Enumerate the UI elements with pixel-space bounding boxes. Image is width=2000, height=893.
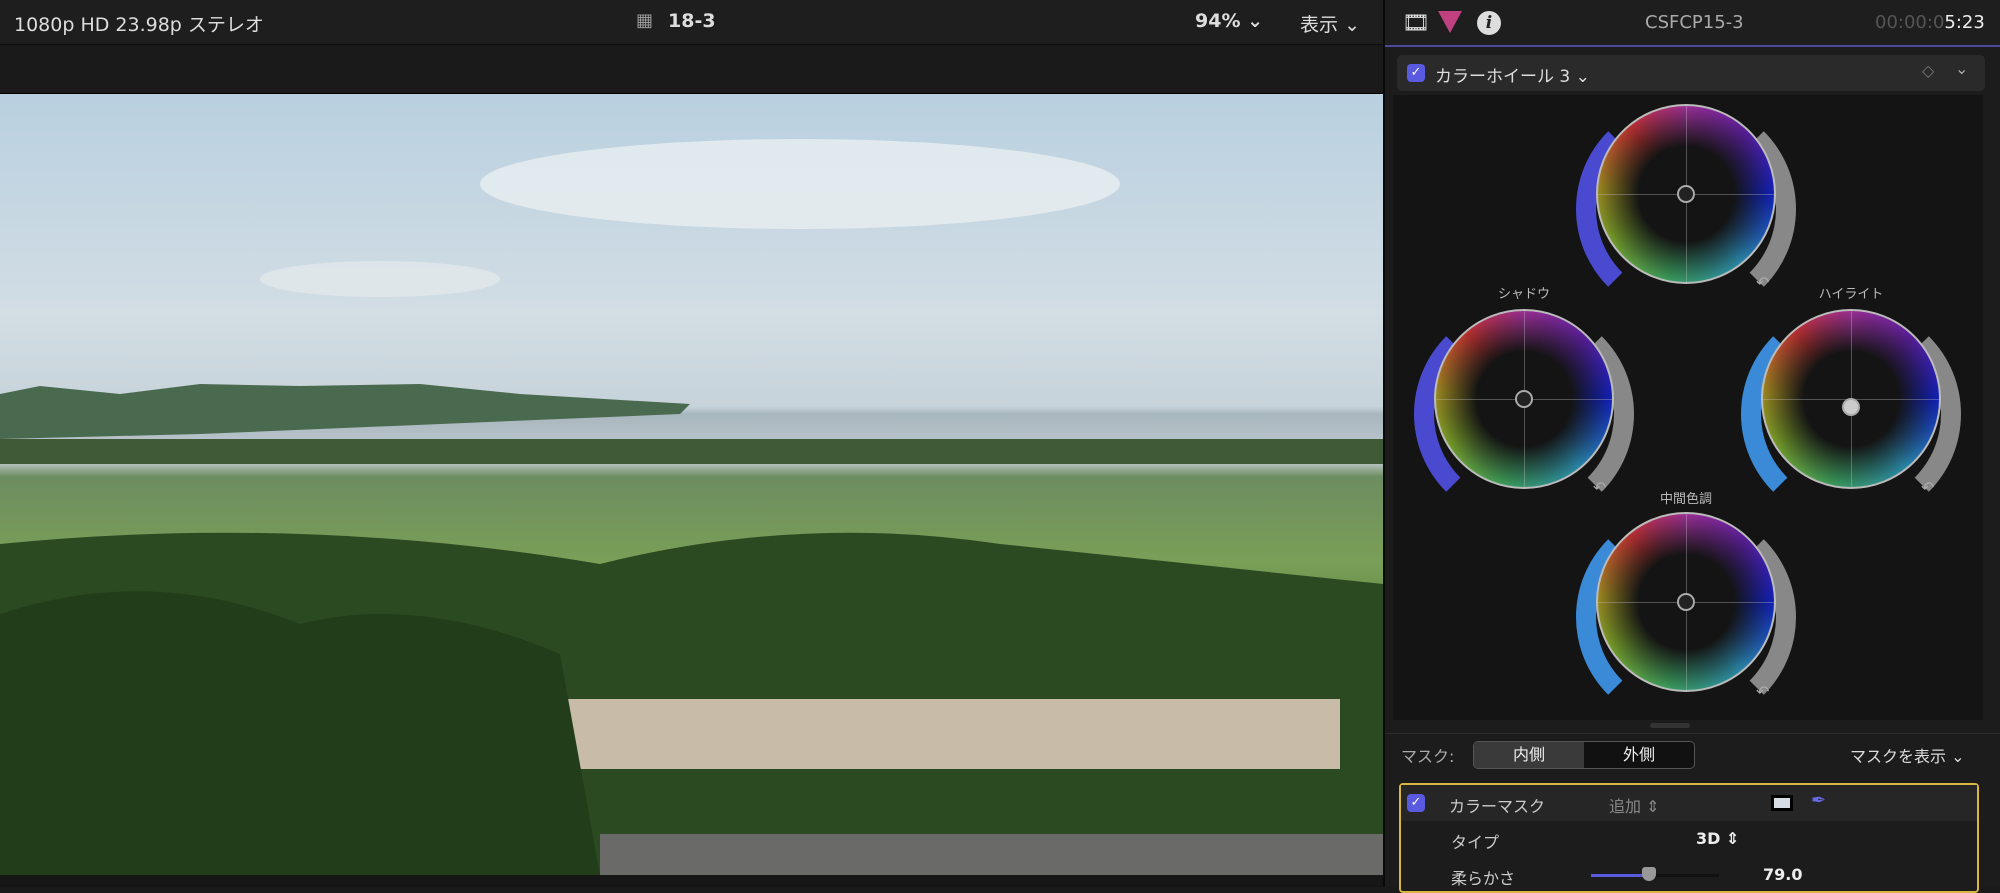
zoom-menu[interactable]: 94% ⌄ [1195,10,1263,32]
keyframe-diamond-icon[interactable]: ◇ [1922,61,1934,80]
view-menu[interactable]: 表示 ⌄ [1300,10,1360,37]
timecode: 00:00:05:23 [1875,12,1985,33]
timecode-dim: 00:00:0 [1875,12,1945,33]
color-inspector-icon[interactable] [1438,11,1462,33]
viewer-toolbar: 1080p HD 23.98p ステレオ ▦ 18-3 94% ⌄ 表示 ⌄ [0,0,1383,45]
zoom-value: 94% [1195,10,1241,32]
clip-icon: ▦ [636,10,654,31]
type-label: タイプ [1451,833,1500,852]
color-wheels-area: ↶ シャドウ ↶ ハイライト ↶ 中間色調 ↶ [1393,95,1983,727]
landscape-image [0,139,1383,875]
midtone-label: 中間色調 [1659,492,1713,507]
softness-value[interactable]: 79.0 [1763,865,1802,884]
format-info: 1080p HD 23.98p ステレオ [14,14,264,36]
mask-inside-button[interactable]: 内側 [1474,742,1584,768]
clip-name: 18-3 [668,10,716,32]
effect-name-menu[interactable]: カラーホイール 3 ⌄ [1435,62,1590,87]
type-select[interactable]: 3D ⇕ [1696,829,1739,848]
show-mask-label: マスクを表示 [1850,747,1947,766]
color-swatch[interactable] [1771,795,1793,811]
highlight-puck[interactable] [1842,398,1860,416]
color-mask-row: ✓ カラーマスク 追加 ⇕ ✒ [1401,785,1977,821]
master-wheel[interactable] [1596,104,1776,284]
video-frame [0,94,1383,875]
master-puck[interactable] [1677,185,1695,203]
highlight-label: ハイライト [1818,287,1884,302]
shadow-puck[interactable] [1515,390,1533,408]
type-value: 3D [1696,829,1721,848]
film-icon[interactable]: 🎞 [1402,11,1430,36]
inspector-title: CSFCP15-3 [1645,12,1744,33]
reset-icon[interactable]: ↶ [1593,478,1606,497]
shadow-label: シャドウ [1497,287,1551,302]
view-label: 表示 [1300,14,1339,36]
effect-header: ✓ カラーホイール 3 ⌄ ◇ ⌄ [1397,55,1985,91]
color-mask-label: カラーマスク [1449,797,1546,816]
mask-outside-button[interactable]: 外側 [1584,742,1694,768]
type-row: タイプ 3D ⇕ [1401,821,1977,857]
shadow-wheel[interactable] [1434,309,1614,489]
show-mask-menu[interactable]: マスクを表示 ⌄ [1850,743,1965,767]
effect-enable-checkbox[interactable]: ✓ [1407,64,1425,82]
mask-row: マスク: 内側 外側 マスクを表示 ⌄ [1385,733,2000,773]
softness-slider[interactable] [1591,867,1719,881]
chevron-down-icon[interactable]: ⌄ [1955,59,1968,78]
mask-segmented-control: 内側 外側 [1473,741,1695,769]
timecode-value: 5:23 [1944,12,1985,33]
eyedropper-icon[interactable]: ✒ [1811,790,1826,811]
midtone-puck[interactable] [1677,593,1695,611]
reset-icon[interactable]: ↶ [1756,273,1769,292]
softness-label: 柔らかさ [1451,869,1516,888]
color-mask-box: ✓ カラーマスク 追加 ⇕ ✒ タイプ 3D ⇕ 柔らかさ 79.0 [1399,783,1979,893]
softness-knob[interactable] [1641,867,1656,881]
reset-icon[interactable]: ↶ [1756,682,1769,701]
inspector-header: 🎞 i CSFCP15-3 00:00:05:23 [1385,0,2000,47]
inspector-panel: 🎞 i CSFCP15-3 00:00:05:23 ✓ カラーホイール 3 ⌄ … [1385,0,2000,893]
chevron-down-icon: ⌄ [1247,10,1264,32]
mask-mode-value: 追加 [1609,797,1642,816]
mask-mode-select[interactable]: 追加 ⇕ [1609,793,1660,817]
effect-name: カラーホイール 3 [1435,67,1571,87]
softness-row: 柔らかさ 79.0 [1401,857,1977,893]
softness-fill [1591,874,1649,877]
reset-icon[interactable]: ↶ [1921,478,1934,497]
mask-label: マスク: [1401,747,1455,766]
resize-handle[interactable] [1650,723,1690,728]
viewer-footer [0,875,1383,887]
color-mask-checkbox[interactable]: ✓ [1407,794,1425,812]
chevron-down-icon: ⌄ [1344,14,1360,36]
highlight-wheel[interactable] [1761,309,1941,489]
info-icon[interactable]: i [1477,11,1501,35]
midtone-wheel[interactable] [1596,512,1776,692]
viewer-subbar [0,46,1383,94]
